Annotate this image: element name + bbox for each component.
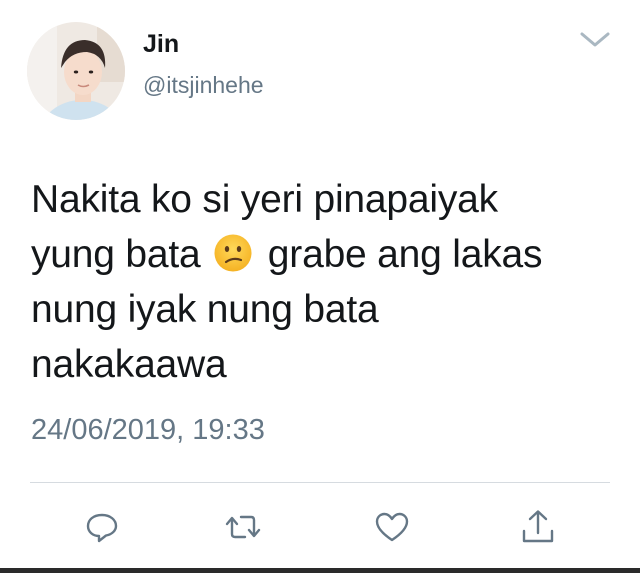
bottom-edge-bar [0, 568, 640, 573]
tweet-timestamp[interactable]: 24/06/2019, 19:33 [31, 412, 265, 448]
tweet-text-segment: grabe ang lakas [267, 233, 543, 276]
tweet-text: Nakita ko si yeri pinapaiyak yung bata g… [31, 172, 621, 392]
confused-face-emoji-icon [214, 234, 252, 272]
tweet-text-line: nung iyak nung bata [31, 288, 379, 331]
tweet-text-segment: yung bata [31, 233, 201, 276]
share-icon[interactable] [518, 507, 558, 547]
avatar[interactable] [27, 22, 125, 120]
retweet-icon[interactable] [223, 507, 263, 547]
divider [30, 482, 610, 483]
reply-icon[interactable] [82, 507, 122, 547]
user-handle[interactable]: @itsjinhehe [143, 71, 264, 99]
chevron-down-icon[interactable] [578, 30, 612, 50]
display-name[interactable]: Jin [143, 29, 179, 59]
tweet-text-line: Nakita ko si yeri pinapaiyak [31, 178, 498, 221]
tweet-text-line: yung bata grabe ang lakas [31, 227, 621, 282]
tweet-card: Jin @itsjinhehe Nakita ko si yeri pinapa… [0, 0, 640, 573]
avatar-image [27, 22, 125, 120]
like-icon[interactable] [372, 507, 412, 547]
tweet-text-line: nakakaawa [31, 343, 227, 386]
